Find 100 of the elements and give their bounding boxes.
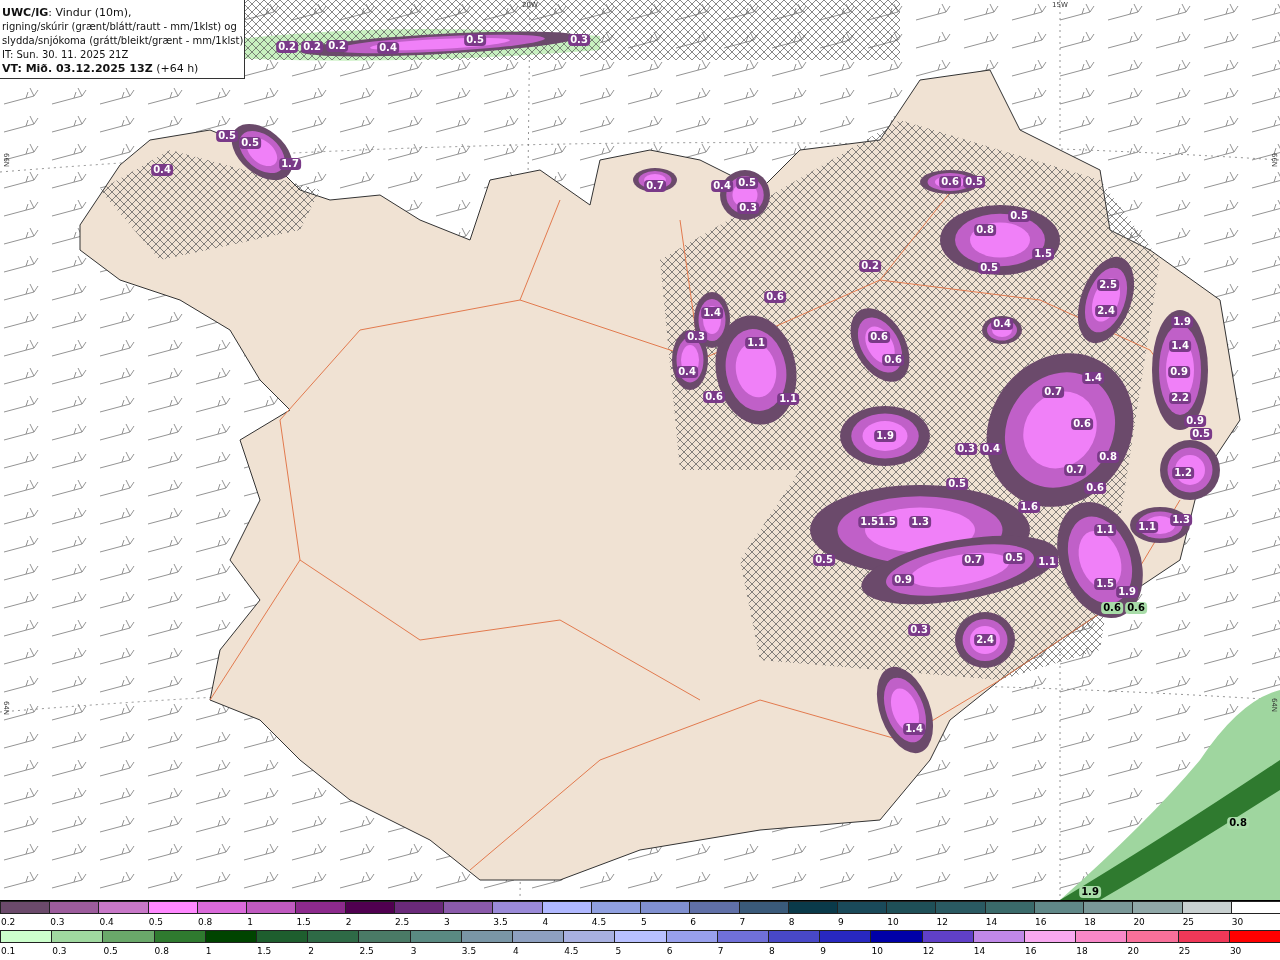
legend-label: 18 <box>1083 916 1096 928</box>
precipitation-value-label: 0.6 <box>939 176 961 188</box>
precipitation-value-label: 1.4 <box>1082 372 1104 384</box>
precipitation-value-label: 0.9 <box>892 574 914 586</box>
precipitation-value-label: 1.2 <box>1172 467 1194 479</box>
legend-label: 30 <box>1230 916 1244 928</box>
precipitation-value-label: 0.5 <box>978 262 1000 274</box>
legend-label: 0.5 <box>102 945 118 957</box>
legend-label: 10 <box>870 945 883 957</box>
legend-label: 20 <box>1126 945 1139 957</box>
precipitation-value-label: 0.5 <box>464 34 486 46</box>
legend-label: 5 <box>614 945 622 957</box>
precipitation-value-label: 1.5 <box>1094 578 1116 590</box>
legend-label: 0.1 <box>0 945 16 957</box>
legend-label: 1 <box>204 945 212 957</box>
precipitation-value-label: 1.5 <box>1032 248 1054 260</box>
legend-label: 3.5 <box>460 945 477 957</box>
legend-label: 0.3 <box>49 916 65 928</box>
legend-label: 0.4 <box>98 916 114 928</box>
precipitation-value-label: 0.4 <box>991 318 1013 330</box>
precipitation-value-label: 1.9 <box>1079 886 1101 898</box>
legend-label: 12 <box>935 916 948 928</box>
legend-label: 18 <box>1075 945 1088 957</box>
precipitation-value-label: 0.2 <box>276 41 298 53</box>
legend-label: 6 <box>665 945 673 957</box>
legend-label: 16 <box>1024 945 1037 957</box>
precipitation-value-label: 0.2 <box>326 40 348 52</box>
precipitation-value-label: 1.9 <box>1171 316 1193 328</box>
legend-label: 1.5 <box>295 916 311 928</box>
legend-label: 2.5 <box>358 945 374 957</box>
legend-label: 9 <box>837 916 844 928</box>
legend-label: 4 <box>512 945 519 957</box>
precipitation-value-label: 0.5 <box>239 137 261 149</box>
title-line: IT: Sun. 30. 11. 2025 21Z <box>2 48 130 62</box>
precipitation-value-label: 0.4 <box>377 42 399 54</box>
legend-label: 14 <box>972 945 986 957</box>
precipitation-value-label: 0.7 <box>644 180 666 192</box>
precipitation-value-label: 0.8 <box>1227 817 1249 829</box>
precipitation-value-label: 1.1 <box>777 393 799 405</box>
legend-label: 0.8 <box>196 916 213 928</box>
precipitation-value-label: 0.7 <box>1042 386 1064 398</box>
precipitation-value-label: 1.1 <box>1036 556 1058 568</box>
legend-label: 8 <box>768 945 775 957</box>
precipitation-value-label: 1.4 <box>903 723 925 735</box>
precipitation-value-label: 0.5 <box>946 478 968 490</box>
legend-label: 30 <box>1228 945 1242 957</box>
legend-label: 7 <box>738 916 746 928</box>
precipitation-value-label: 2.2 <box>1169 392 1191 404</box>
legend-label: 4.5 <box>563 945 579 957</box>
precipitation-value-label: 1.4 <box>701 307 723 319</box>
legend-label: 2 <box>344 916 352 928</box>
precipitation-value-label: 0.6 <box>882 354 904 366</box>
legend-label: 1.5 <box>256 945 272 957</box>
precipitation-value-label: 0.3 <box>568 34 590 46</box>
legend-label: 4 <box>541 916 549 928</box>
legend-label: 1 <box>246 916 253 928</box>
precipitation-value-label: 0.6 <box>1071 418 1093 430</box>
precipitation-value-label: 1.1 <box>1094 524 1116 536</box>
title-line: rigning/skúrir (grænt/blátt/rautt - mm/1klst) og <box>2 20 238 34</box>
legend-label: 16 <box>1033 916 1047 928</box>
precipitation-value-label: 0.6 <box>868 331 890 343</box>
legend-label: 0.3 <box>51 945 67 957</box>
precipitation-value-label: 1.1 <box>1136 521 1158 533</box>
title-line: VT: Mið. 03.12.2025 13Z (+64 h) <box>2 62 200 76</box>
legend-label: 4.5 <box>590 916 607 928</box>
precipitation-value-label: 2.4 <box>1095 305 1117 317</box>
precipitation-value-label: 1.3 <box>1170 514 1192 526</box>
precipitation-value-label: 0.4 <box>980 443 1002 455</box>
precipitation-value-label: 1.6 <box>1018 501 1040 513</box>
precipitation-value-label: 1.9 <box>874 430 896 442</box>
precipitation-value-label: 0.5 <box>1190 428 1212 440</box>
precipitation-value-label: 0.8 <box>1097 451 1119 463</box>
legend-label: 2 <box>307 945 314 957</box>
precipitation-value-label: 1.4 <box>1169 340 1191 352</box>
legend-label: 3 <box>443 916 450 928</box>
precipitation-value-label: 0.7 <box>1064 464 1086 476</box>
legend-label: 9 <box>819 945 826 957</box>
legend-label: 10 <box>886 916 899 928</box>
precipitation-value-label: 0.6 <box>1084 482 1106 494</box>
precipitation-value-label: 0.6 <box>703 391 725 403</box>
precipitation-value-label: 0.3 <box>955 443 977 455</box>
legend-label: 12 <box>921 945 935 957</box>
precipitation-value-label: 0.6 <box>1125 602 1147 614</box>
legend-label: 7 <box>716 945 724 957</box>
precipitation-value-label: 0.5 <box>963 176 985 188</box>
precipitation-value-label: 0.6 <box>1101 602 1123 614</box>
legend-label: 8 <box>787 916 795 928</box>
precipitation-value-label: 0.9 <box>1184 415 1206 427</box>
legend-label: 0.5 <box>147 916 164 928</box>
legend-label: 0.8 <box>153 945 169 957</box>
legend-label: 6 <box>689 916 696 928</box>
precipitation-value-label: 1.9 <box>1116 586 1138 598</box>
precipitation-value-label: 0.3 <box>685 331 707 343</box>
legend-label: 0.2 <box>0 916 16 928</box>
precipitation-value-label: 0.2 <box>301 41 323 53</box>
precipitation-value-label: 0.3 <box>737 202 759 214</box>
precipitation-value-label: 0.6 <box>764 291 786 303</box>
precipitation-value-label: 0.5 <box>813 554 835 566</box>
legend-label: 25 <box>1181 916 1195 928</box>
precipitation-value-label: 2.5 <box>1097 279 1119 291</box>
